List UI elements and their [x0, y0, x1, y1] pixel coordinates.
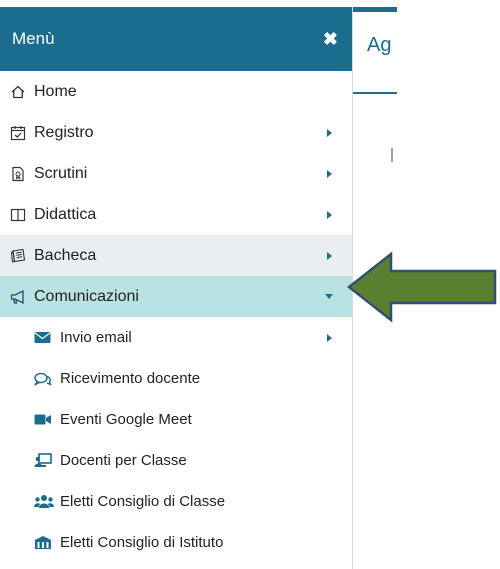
tab-underline: [353, 92, 397, 94]
subitem-eletti-consiglio-di-istituto[interactable]: Eletti Consiglio di Istituto: [0, 522, 352, 563]
close-menu-button[interactable]: ✖: [323, 29, 338, 50]
caret-right-icon: [324, 333, 334, 343]
annotation-arrow: [345, 250, 500, 330]
subitem-label: Eletti Consiglio di Istituto: [60, 534, 224, 551]
caret-right-icon: [324, 251, 334, 261]
caret-down-icon: [324, 293, 334, 300]
sidebar-item-label: Comunicazioni: [34, 287, 139, 305]
sidebar-item-label: Bacheca: [34, 246, 97, 264]
subitem-docenti-per-classe[interactable]: Docenti per Classe: [0, 440, 352, 481]
tab-agenda[interactable]: Ag: [367, 34, 397, 57]
sidebar-item-bacheca[interactable]: Bacheca: [0, 235, 352, 276]
caret-right-icon: [324, 169, 334, 179]
caret-right-icon: [324, 210, 334, 220]
newspaper-icon: [10, 248, 32, 264]
sidebar-item-label: Scrutini: [34, 164, 88, 182]
sidebar-item-registro[interactable]: Registro: [0, 112, 352, 153]
document-icon: [10, 166, 32, 182]
sidebar-item-didattica[interactable]: Didattica: [0, 194, 352, 235]
subitem-eventi-google-meet[interactable]: Eventi Google Meet: [0, 399, 352, 440]
subitem-label: Ricevimento docente: [60, 370, 201, 387]
book-icon: [10, 207, 32, 223]
subitem-label: Docenti per Classe: [60, 452, 187, 469]
sidebar-menu: Menù ✖ Home Registro Scrutini Didattica: [0, 7, 353, 569]
tab-top-border: [353, 7, 397, 12]
video-icon: [34, 413, 58, 426]
sidebar-item-home[interactable]: Home: [0, 71, 352, 112]
building-icon: [34, 535, 58, 550]
users-icon: [34, 494, 58, 509]
subitem-label: Eletti Consiglio di Classe: [60, 493, 226, 510]
sidebar-item-comunicazioni[interactable]: Comunicazioni: [0, 276, 352, 317]
subitem-eletti-consiglio-di-classe[interactable]: Eletti Consiglio di Classe: [0, 481, 352, 522]
sidebar-header: Menù ✖: [0, 7, 352, 71]
sidebar-title: Menù: [12, 29, 55, 48]
envelope-icon: [34, 331, 58, 344]
sidebar-item-scrutini[interactable]: Scrutini: [0, 153, 352, 194]
subitem-label: Eventi Google Meet: [60, 411, 192, 428]
calendar-check-icon: [10, 125, 32, 141]
subitem-ricevimento-docente[interactable]: Ricevimento docente: [0, 358, 352, 399]
sidebar-item-label: Registro: [34, 123, 94, 141]
caret-right-icon: [324, 128, 334, 138]
subitem-label: Invio email: [60, 329, 132, 346]
megaphone-icon: [10, 289, 32, 305]
sidebar-item-label: Home: [34, 82, 77, 100]
subitem-invio-email[interactable]: Invio email: [0, 317, 352, 358]
home-icon: [10, 84, 32, 100]
sidebar-item-label: Didattica: [34, 205, 97, 223]
content-cursor-mark: [391, 148, 393, 162]
comments-icon: [34, 372, 58, 386]
chalkboard-icon: [34, 453, 58, 468]
